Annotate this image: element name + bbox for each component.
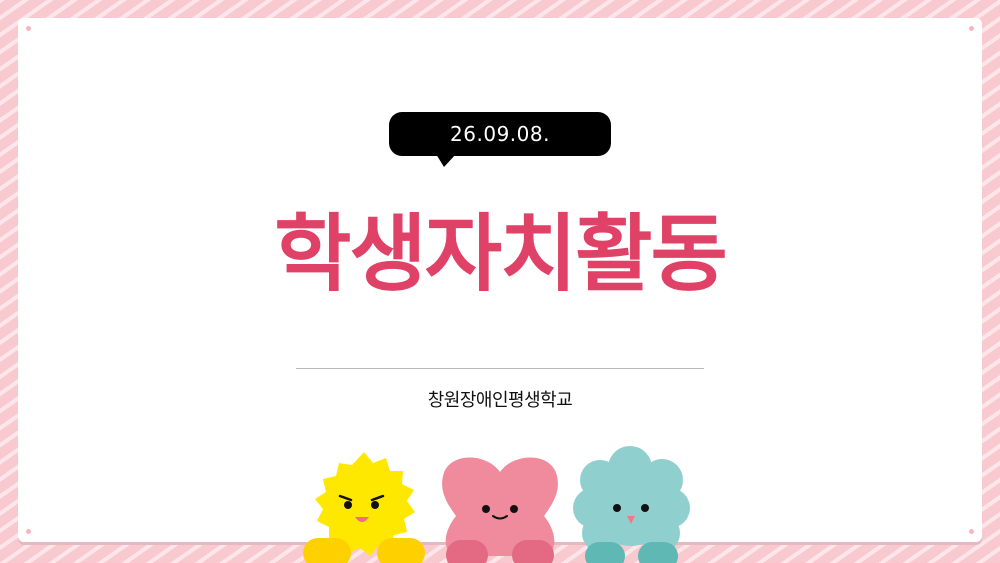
title-divider <box>296 368 704 369</box>
corner-dot-top-left <box>26 26 31 31</box>
school-name: 창원장애인평생학교 <box>427 390 573 411</box>
slide-card: 26.09.08. 학생자치활동 창원장애인평생학교 <box>18 18 982 542</box>
date-text: 26.09.08. <box>450 122 550 146</box>
speech-bubble-tail <box>436 154 456 167</box>
corner-dot-top-right <box>969 26 974 31</box>
date-speech-bubble: 26.09.08. <box>389 112 611 156</box>
corner-dot-bottom-left <box>26 529 31 534</box>
corner-dot-bottom-right <box>969 529 974 534</box>
slide-title: 학생자치활동 <box>274 205 728 303</box>
